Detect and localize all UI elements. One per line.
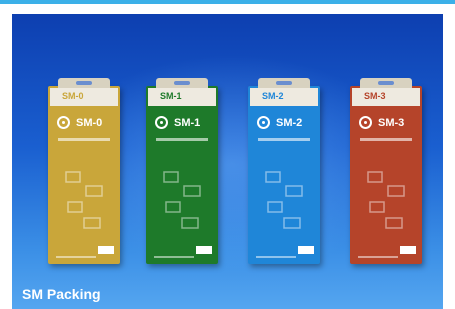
hang-tab	[360, 78, 412, 88]
info-stripe	[156, 138, 208, 141]
hang-tab	[156, 78, 208, 88]
package-header: SM-0	[50, 88, 118, 106]
component-drawing-icon	[265, 171, 303, 229]
price-tag	[298, 246, 314, 254]
product-photo: SM-0 SM-0 SM-1 SM-1 SM-2 SM-2 SM-3 SM-3	[12, 14, 443, 309]
package-label: SM-1	[174, 117, 201, 129]
package-header: SM-2	[250, 88, 318, 106]
package-header-text: SM-3	[364, 91, 386, 101]
package-sm-1: SM-1 SM-1	[146, 78, 218, 264]
brand-logo-icon	[257, 116, 270, 129]
price-tag	[196, 246, 212, 254]
package-header: SM-1	[148, 88, 216, 106]
info-stripe	[360, 138, 412, 141]
brand-logo-icon	[359, 116, 372, 129]
product-caption[interactable]: SM Packing	[22, 286, 101, 302]
footer-stripe	[358, 256, 398, 258]
brand-logo-icon	[57, 116, 70, 129]
footer-stripe	[56, 256, 96, 258]
hang-tab	[58, 78, 110, 88]
package-label: SM-2	[276, 117, 303, 129]
component-drawing-icon	[367, 171, 405, 229]
info-stripe	[258, 138, 310, 141]
hang-tab	[258, 78, 310, 88]
package-sm-3: SM-3 SM-3	[350, 78, 422, 264]
component-drawing-icon	[65, 171, 103, 229]
package-sm-0: SM-0 SM-0	[48, 78, 120, 264]
price-tag	[98, 246, 114, 254]
price-tag	[400, 246, 416, 254]
accent-bar	[0, 0, 455, 4]
info-stripe	[58, 138, 110, 141]
package-header-text: SM-0	[62, 91, 84, 101]
footer-stripe	[256, 256, 296, 258]
brand-logo-icon	[155, 116, 168, 129]
footer-stripe	[154, 256, 194, 258]
package-label: SM-0	[76, 117, 103, 129]
package-header-text: SM-2	[262, 91, 284, 101]
package-label: SM-3	[378, 117, 405, 129]
package-header: SM-3	[352, 88, 420, 106]
product-card[interactable]: SM-0 SM-0 SM-1 SM-1 SM-2 SM-2 SM-3 SM-3 …	[0, 0, 455, 309]
package-sm-2: SM-2 SM-2	[248, 78, 320, 264]
component-drawing-icon	[163, 171, 201, 229]
package-header-text: SM-1	[160, 91, 182, 101]
